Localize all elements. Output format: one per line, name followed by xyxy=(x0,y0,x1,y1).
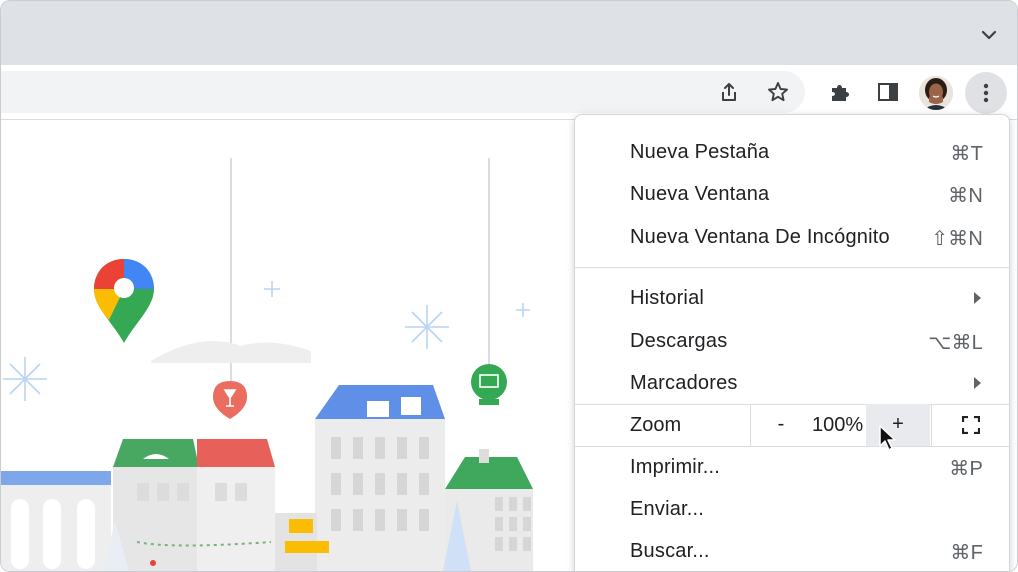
tab-strip xyxy=(1,1,1017,65)
menu-item-label: Buscar... xyxy=(630,540,710,562)
browser-window: Nueva Pestaña ⌘T Nueva Ventana ⌘N Nueva … xyxy=(0,0,1018,572)
menu-item-label: Nueva Ventana xyxy=(630,183,770,205)
share-icon[interactable] xyxy=(712,75,746,109)
menu-item-label: Historial xyxy=(630,287,705,309)
menu-item-history[interactable]: Historial xyxy=(575,277,1009,319)
menu-item-print[interactable]: Imprimir... ⌘P xyxy=(575,446,1009,488)
submenu-arrow-icon xyxy=(974,377,981,389)
submenu-arrow-icon xyxy=(974,292,981,304)
menu-item-bookmarks[interactable]: Marcadores xyxy=(575,362,1009,404)
chrome-menu: Nueva Pestaña ⌘T Nueva Ventana ⌘N Nueva … xyxy=(574,114,1010,571)
menu-item-find[interactable]: Buscar... ⌘F xyxy=(575,530,1009,571)
menu-item-cast[interactable]: Enviar... xyxy=(575,488,1009,530)
menu-item-shortcut: ⌘F xyxy=(950,542,983,564)
mouse-cursor-icon xyxy=(879,425,896,451)
three-dot-menu-icon[interactable] xyxy=(965,72,1007,114)
zoom-level: 100% xyxy=(812,414,864,436)
menu-item-shortcut: ⌘P xyxy=(949,458,983,480)
side-panel-icon[interactable] xyxy=(871,75,905,109)
menu-item-new-window[interactable]: Nueva Ventana ⌘N xyxy=(575,173,1009,215)
menu-item-shortcut: ⇧⌘N xyxy=(931,228,983,250)
zoom-out-button[interactable]: - xyxy=(750,404,811,446)
menu-item-label: Descargas xyxy=(630,330,728,352)
toolbar xyxy=(1,65,1017,120)
fullscreen-icon xyxy=(962,416,980,434)
zoom-row: Zoom - 100% + xyxy=(575,404,1009,446)
maps-pin-icon xyxy=(94,259,154,343)
menu-item-downloads[interactable]: Descargas ⌥⌘L xyxy=(575,320,1009,362)
profile-avatar[interactable] xyxy=(919,76,953,110)
menu-item-shortcut: ⌥⌘L xyxy=(928,332,983,354)
menu-item-new-tab[interactable]: Nueva Pestaña ⌘T xyxy=(575,131,1009,173)
winter-village-illustration xyxy=(1,158,533,571)
menu-item-new-incognito-window[interactable]: Nueva Ventana De Incógnito ⇧⌘N xyxy=(575,216,1009,258)
menu-divider xyxy=(575,267,1009,268)
star-icon[interactable] xyxy=(761,75,795,109)
menu-item-label: Imprimir... xyxy=(630,456,720,478)
address-bar[interactable] xyxy=(1,71,805,113)
menu-item-label: Enviar... xyxy=(630,498,705,520)
zoom-in-button[interactable]: + xyxy=(866,404,930,446)
zoom-label: Zoom xyxy=(630,414,682,436)
menu-item-label: Marcadores xyxy=(630,372,738,394)
menu-item-label: Nueva Ventana De Incógnito xyxy=(630,226,890,248)
fullscreen-button[interactable] xyxy=(931,404,1010,446)
puzzle-icon[interactable] xyxy=(823,75,857,109)
menu-item-shortcut: ⌘T xyxy=(950,143,983,165)
menu-item-label: Nueva Pestaña xyxy=(630,141,770,163)
menu-item-shortcut: ⌘N xyxy=(948,185,983,207)
chevron-down-icon[interactable] xyxy=(981,27,997,43)
